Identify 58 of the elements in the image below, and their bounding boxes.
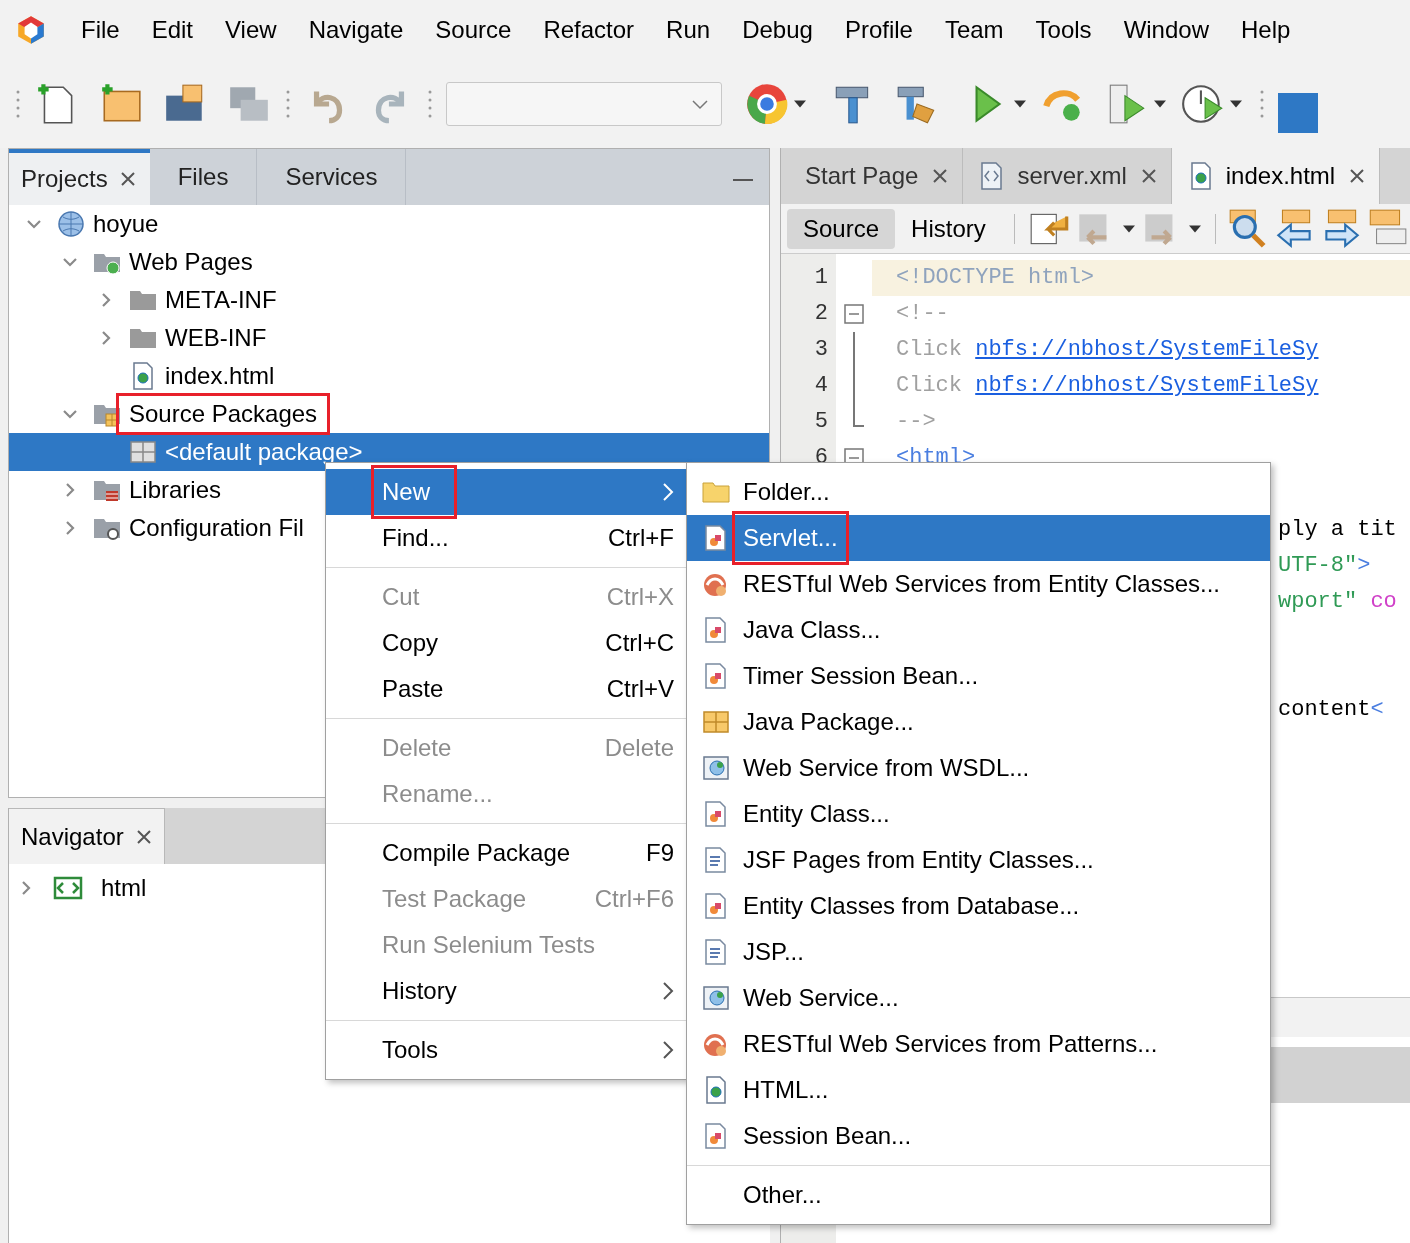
code-line: <!-- <box>895 300 950 328</box>
menu-item-label: Web Service... <box>742 983 900 1013</box>
code-fragment: ply a tit <box>1278 517 1397 542</box>
menu-item-label: Delete <box>381 733 453 763</box>
code-line: Click nbfs://nbhost/SystemFileSy <box>895 336 1320 364</box>
shortcut-label: Ctrl+F6 <box>594 884 674 914</box>
menu-item-label: Servlet... <box>735 514 846 562</box>
tree-label: WEB-INF <box>164 323 268 353</box>
shortcut-label: Ctrl+V <box>606 674 674 704</box>
shortcut-label: Delete <box>604 733 674 763</box>
menu-item-label: Run Selenium Tests <box>381 930 596 960</box>
shortcut-label: Ctrl+X <box>606 582 674 612</box>
tree-label: Web Pages <box>128 247 254 277</box>
menu-item-label: Entity Classes from Database... <box>742 891 1081 921</box>
tree-label: Libraries <box>128 475 223 505</box>
line-number: 2 <box>814 301 828 326</box>
menu-item-label: Other... <box>742 1180 823 1210</box>
line-number: 3 <box>814 337 828 362</box>
shortcut-label: Ctrl+F <box>608 523 674 553</box>
code-fragment: wport" co <box>1278 589 1397 614</box>
shortcut-label: Ctrl+C <box>605 628 674 658</box>
menu-item-label: HTML... <box>742 1075 830 1105</box>
tree-label: hoyue <box>92 209 160 239</box>
menu-item-label: Java Class... <box>742 615 882 645</box>
menu-item-label: JSP... <box>742 937 805 967</box>
menu-item-label: Java Package... <box>742 707 915 737</box>
tree-label: META-INF <box>164 285 278 315</box>
tree-label: Source Packages <box>119 396 328 432</box>
shortcut-label: F9 <box>646 838 674 868</box>
menu-item-label: Tools <box>381 1035 440 1065</box>
code-fragment: UTF-8"> <box>1278 553 1371 578</box>
line-number: 5 <box>814 409 828 434</box>
menu-item-label: Rename... <box>381 779 494 809</box>
menu-item-label: Timer Session Bean... <box>742 661 980 691</box>
menu-item-label: History <box>381 976 458 1006</box>
menu-item-label: Session Bean... <box>742 1121 913 1151</box>
tree-label: Configuration Fil <box>128 513 305 543</box>
menu-item-label: RESTful Web Services from Patterns... <box>742 1029 1159 1059</box>
line-number: 1 <box>814 265 828 290</box>
line-number: 4 <box>814 373 828 398</box>
code-line: --> <box>895 408 937 436</box>
tree-label: <default package> <box>164 437 364 467</box>
menu-item-label: Folder... <box>742 477 831 507</box>
menu-item-label: Compile Package <box>381 838 572 868</box>
code-line: Click nbfs://nbhost/SystemFileSy <box>895 372 1320 400</box>
menu-item-label: Paste <box>381 674 445 704</box>
menu-item-label: Find... <box>381 523 450 553</box>
menu-item-label: Cut <box>381 582 421 612</box>
menu-item-label: Entity Class... <box>742 799 891 829</box>
menu-item-label: JSF Pages from Entity Classes... <box>742 845 1095 875</box>
code-fragment: content< <box>1278 697 1384 722</box>
tree-label: index.html <box>164 361 276 391</box>
menu-item-label: Test Package <box>381 884 528 914</box>
menu-item-label: RESTful Web Services from Entity Classes... <box>742 569 1222 599</box>
menu-item-label: Web Service from WSDL... <box>742 753 1031 783</box>
tree-label: html <box>101 873 147 903</box>
menu-item-label: New <box>374 468 454 516</box>
menu-item-label: Copy <box>381 628 440 658</box>
